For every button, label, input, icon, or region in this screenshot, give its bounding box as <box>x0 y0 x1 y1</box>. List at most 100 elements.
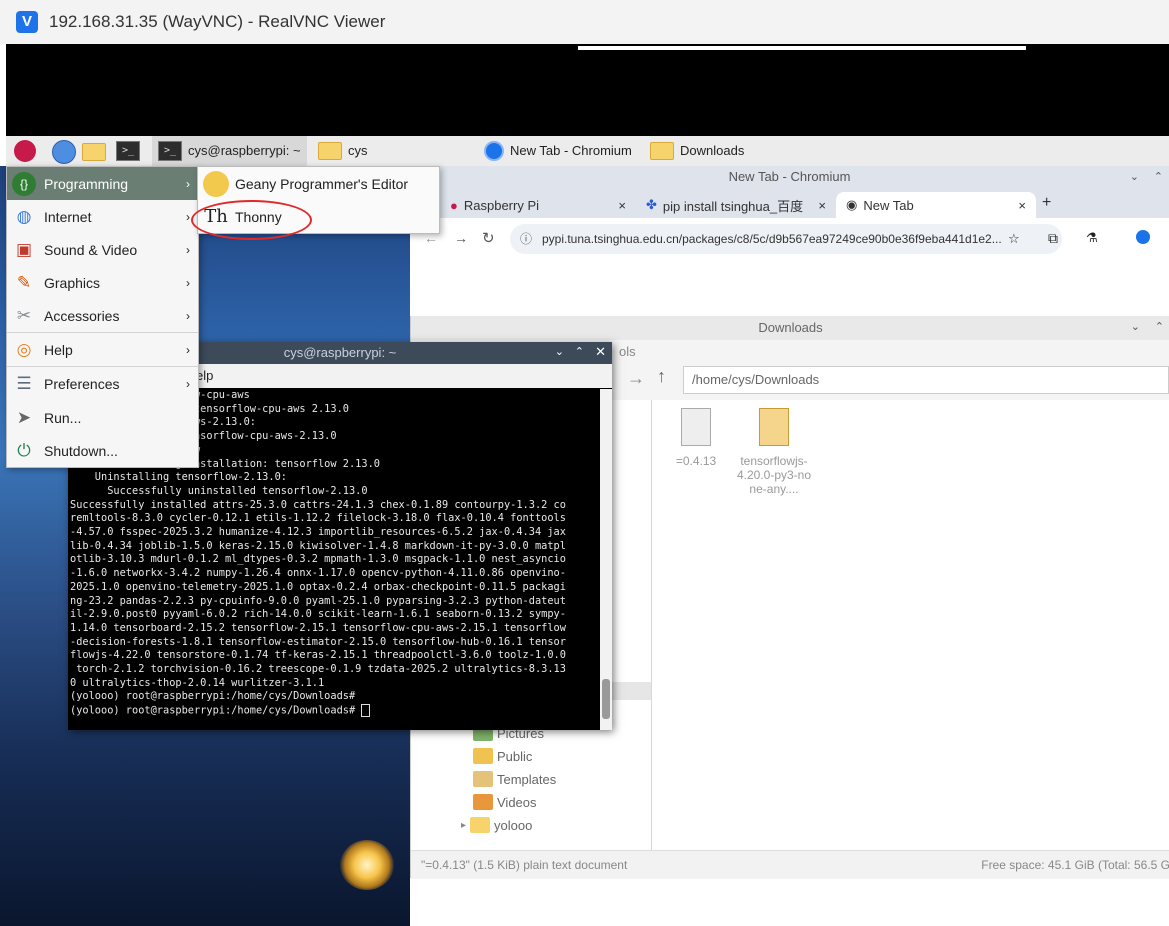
profile-avatar-icon[interactable] <box>1136 230 1150 244</box>
chevron-up-icon[interactable]: ⌃ <box>1154 170 1163 183</box>
menu-item-label: Help <box>44 341 73 358</box>
scrollbar-thumb[interactable] <box>602 679 610 719</box>
file-item[interactable]: =0.4.13 <box>658 404 734 468</box>
chevron-right-icon[interactable]: ▸ <box>461 820 466 831</box>
paint-icon: ✎ <box>16 272 32 292</box>
menu-item-label: Internet <box>44 208 92 225</box>
terminal-line: lib-0.4.34 joblib-1.5.0 keras-2.15.0 kiw… <box>70 539 566 552</box>
film-icon: ▣ <box>15 239 33 259</box>
code-icon: {} <box>12 171 36 196</box>
menu-item-label: Geany Programmer's Editor <box>235 175 409 192</box>
terminal-icon[interactable]: >_ <box>116 141 140 161</box>
vnc-remote-black-area <box>6 44 1169 136</box>
menu-item-label: Run... <box>44 409 82 426</box>
tab-new-tab[interactable]: ◉ New Tab × <box>836 192 1036 218</box>
taskbar-downloads-label: Downloads <box>680 143 745 158</box>
maximize-icon[interactable]: ⌃ <box>575 345 584 358</box>
videos-icon <box>473 794 493 810</box>
remote-white-bar <box>578 46 1026 50</box>
taskbar-folder-label: cys <box>348 143 368 158</box>
raspberry-menu-icon[interactable] <box>14 140 36 162</box>
menu-item-graphics[interactable]: ✎ Graphics › <box>7 266 198 299</box>
file-item[interactable]: tensorflowjs-4.20.0-py3-none-any.... <box>736 404 812 496</box>
labs-flask-icon[interactable]: ⚗ <box>1086 230 1098 246</box>
close-icon[interactable]: × <box>818 198 826 213</box>
place-videos[interactable]: Videos <box>473 791 537 813</box>
new-tab-plus-icon[interactable]: + <box>1042 194 1051 212</box>
menu-item-sound-video[interactable]: ▣ Sound & Video › <box>7 233 198 266</box>
menu-tools[interactable]: ols <box>619 344 636 359</box>
annotation-red-circle <box>191 200 312 240</box>
tab-pip-search[interactable]: ✤ pip install tsinghua_百度 × <box>646 192 830 218</box>
place-templates[interactable]: Templates <box>473 768 556 790</box>
chromium-window: New Tab - Chromium ⌄ ⌃ ● Raspberry Pi × … <box>410 166 1169 316</box>
terminal-line: 1.14.0 tensorboard-2.15.2 tensorflow-2.1… <box>70 621 566 634</box>
file-name: tensorflowjs-4.20.0-py3-none-any.... <box>736 454 812 496</box>
menu-item-shutdown[interactable]: ⏻ Shutdown... <box>7 434 198 467</box>
menu-item-run[interactable]: ➤ Run... <box>7 401 198 434</box>
close-icon[interactable]: × <box>1018 198 1026 213</box>
place-label: Videos <box>497 794 537 810</box>
menu-item-geany[interactable]: Geany Programmer's Editor <box>198 167 439 200</box>
menu-item-programming[interactable]: {} Programming › <box>7 167 198 200</box>
place-public[interactable]: Public <box>473 745 532 767</box>
terminal-line: il-2.9.0.post0 pyyaml-6.0.2 rich-14.0.0 … <box>70 608 566 621</box>
forward-arrow-icon[interactable]: → <box>627 368 645 389</box>
templates-icon <box>473 771 493 787</box>
bookmark-star-icon[interactable]: ☆ <box>1008 231 1020 247</box>
place-label: Templates <box>497 771 557 787</box>
globe-icon[interactable] <box>52 140 76 164</box>
vnc-title-bar: V 192.168.31.35 (WayVNC) - RealVNC Viewe… <box>0 0 1169 44</box>
menu-item-internet[interactable]: ◍ Internet › <box>7 200 198 233</box>
site-info-icon[interactable]: ⓘ <box>520 224 532 254</box>
exit-icon: ⏻ <box>17 440 31 460</box>
reload-icon[interactable]: ↻ <box>482 229 495 247</box>
menu-item-label: Sound & Video <box>44 241 138 258</box>
terminal-line: (yolooo) root@raspberrypi:/home/cys/Down… <box>70 704 600 718</box>
terminal-line: torch-2.1.2 torchvision-0.16.2 treescope… <box>70 663 566 676</box>
forward-arrow-icon[interactable]: → <box>454 230 468 246</box>
settings-icon: ☰ <box>16 373 32 393</box>
address-bar-url: pypi.tuna.tsinghua.edu.cn/packages/c8/5c… <box>542 232 1002 246</box>
menu-item-accessories[interactable]: ✂ Accessories › <box>7 299 198 332</box>
terminal-scrollbar[interactable] <box>600 389 612 730</box>
close-icon[interactable]: ✕ <box>595 344 606 360</box>
extensions-icon[interactable]: ⧉ <box>1048 230 1058 247</box>
geany-icon <box>203 170 229 197</box>
terminal-line: Successfully uninstalled tensorflow-2.13… <box>70 484 368 497</box>
folder-icon <box>470 817 491 833</box>
file-name: =0.4.13 <box>675 454 717 468</box>
up-arrow-icon[interactable]: ↑ <box>657 366 666 387</box>
chevron-right-icon: › <box>186 209 190 224</box>
lantern-glow <box>340 840 394 890</box>
chromium-title: New Tab - Chromium <box>728 169 851 184</box>
place-yolooo[interactable]: ▸ yolooo <box>461 814 532 836</box>
chevron-up-icon[interactable]: ⌃ <box>1155 320 1164 333</box>
taskbar-downloads-window[interactable]: Downloads <box>650 136 744 166</box>
taskbar-chromium-window[interactable]: New Tab - Chromium <box>484 136 632 166</box>
status-selected-file: "=0.4.13" (1.5 KiB) plain text document <box>421 858 628 872</box>
public-folder-icon <box>473 748 493 764</box>
lifebuoy-icon: ◎ <box>16 339 32 359</box>
minimize-icon[interactable]: ⌄ <box>555 345 564 358</box>
address-bar[interactable]: ⓘ pypi.tuna.tsinghua.edu.cn/packages/c8/… <box>510 224 1062 254</box>
tab-raspberry-pi[interactable]: ● Raspberry Pi × <box>450 192 630 218</box>
taskbar-folder-window[interactable]: cys <box>318 136 368 166</box>
tab-label: Raspberry Pi <box>463 197 539 213</box>
path-input[interactable]: /home/cys/Downloads <box>683 366 1169 394</box>
taskbar-terminal-window[interactable]: >_ cys@raspberrypi: ~ <box>152 136 307 166</box>
menu-item-label: Graphics <box>44 274 101 291</box>
taskbar-terminal-label: cys@raspberrypi: ~ <box>188 143 301 158</box>
menu-item-preferences[interactable]: ☰ Preferences › <box>7 367 198 400</box>
terminal-line: flowjs-4.22.0 tensorstore-0.1.74 tf-kera… <box>70 649 566 662</box>
terminal-line: ng-23.2 pandas-2.2.3 py-cpuinfo-9.0.0 py… <box>70 594 566 607</box>
text-file-icon <box>681 408 711 446</box>
folder-icon[interactable] <box>82 143 106 164</box>
chevron-down-icon[interactable]: ⌄ <box>1131 320 1140 333</box>
close-icon[interactable]: × <box>618 198 626 213</box>
tab-label: pip install tsinghua_百度 <box>662 198 804 214</box>
archive-file-icon <box>759 408 789 446</box>
menu-item-help[interactable]: ◎ Help › <box>7 333 198 366</box>
taskbar-chromium-label: New Tab - Chromium <box>510 143 632 158</box>
chevron-down-icon[interactable]: ⌄ <box>1130 170 1139 183</box>
